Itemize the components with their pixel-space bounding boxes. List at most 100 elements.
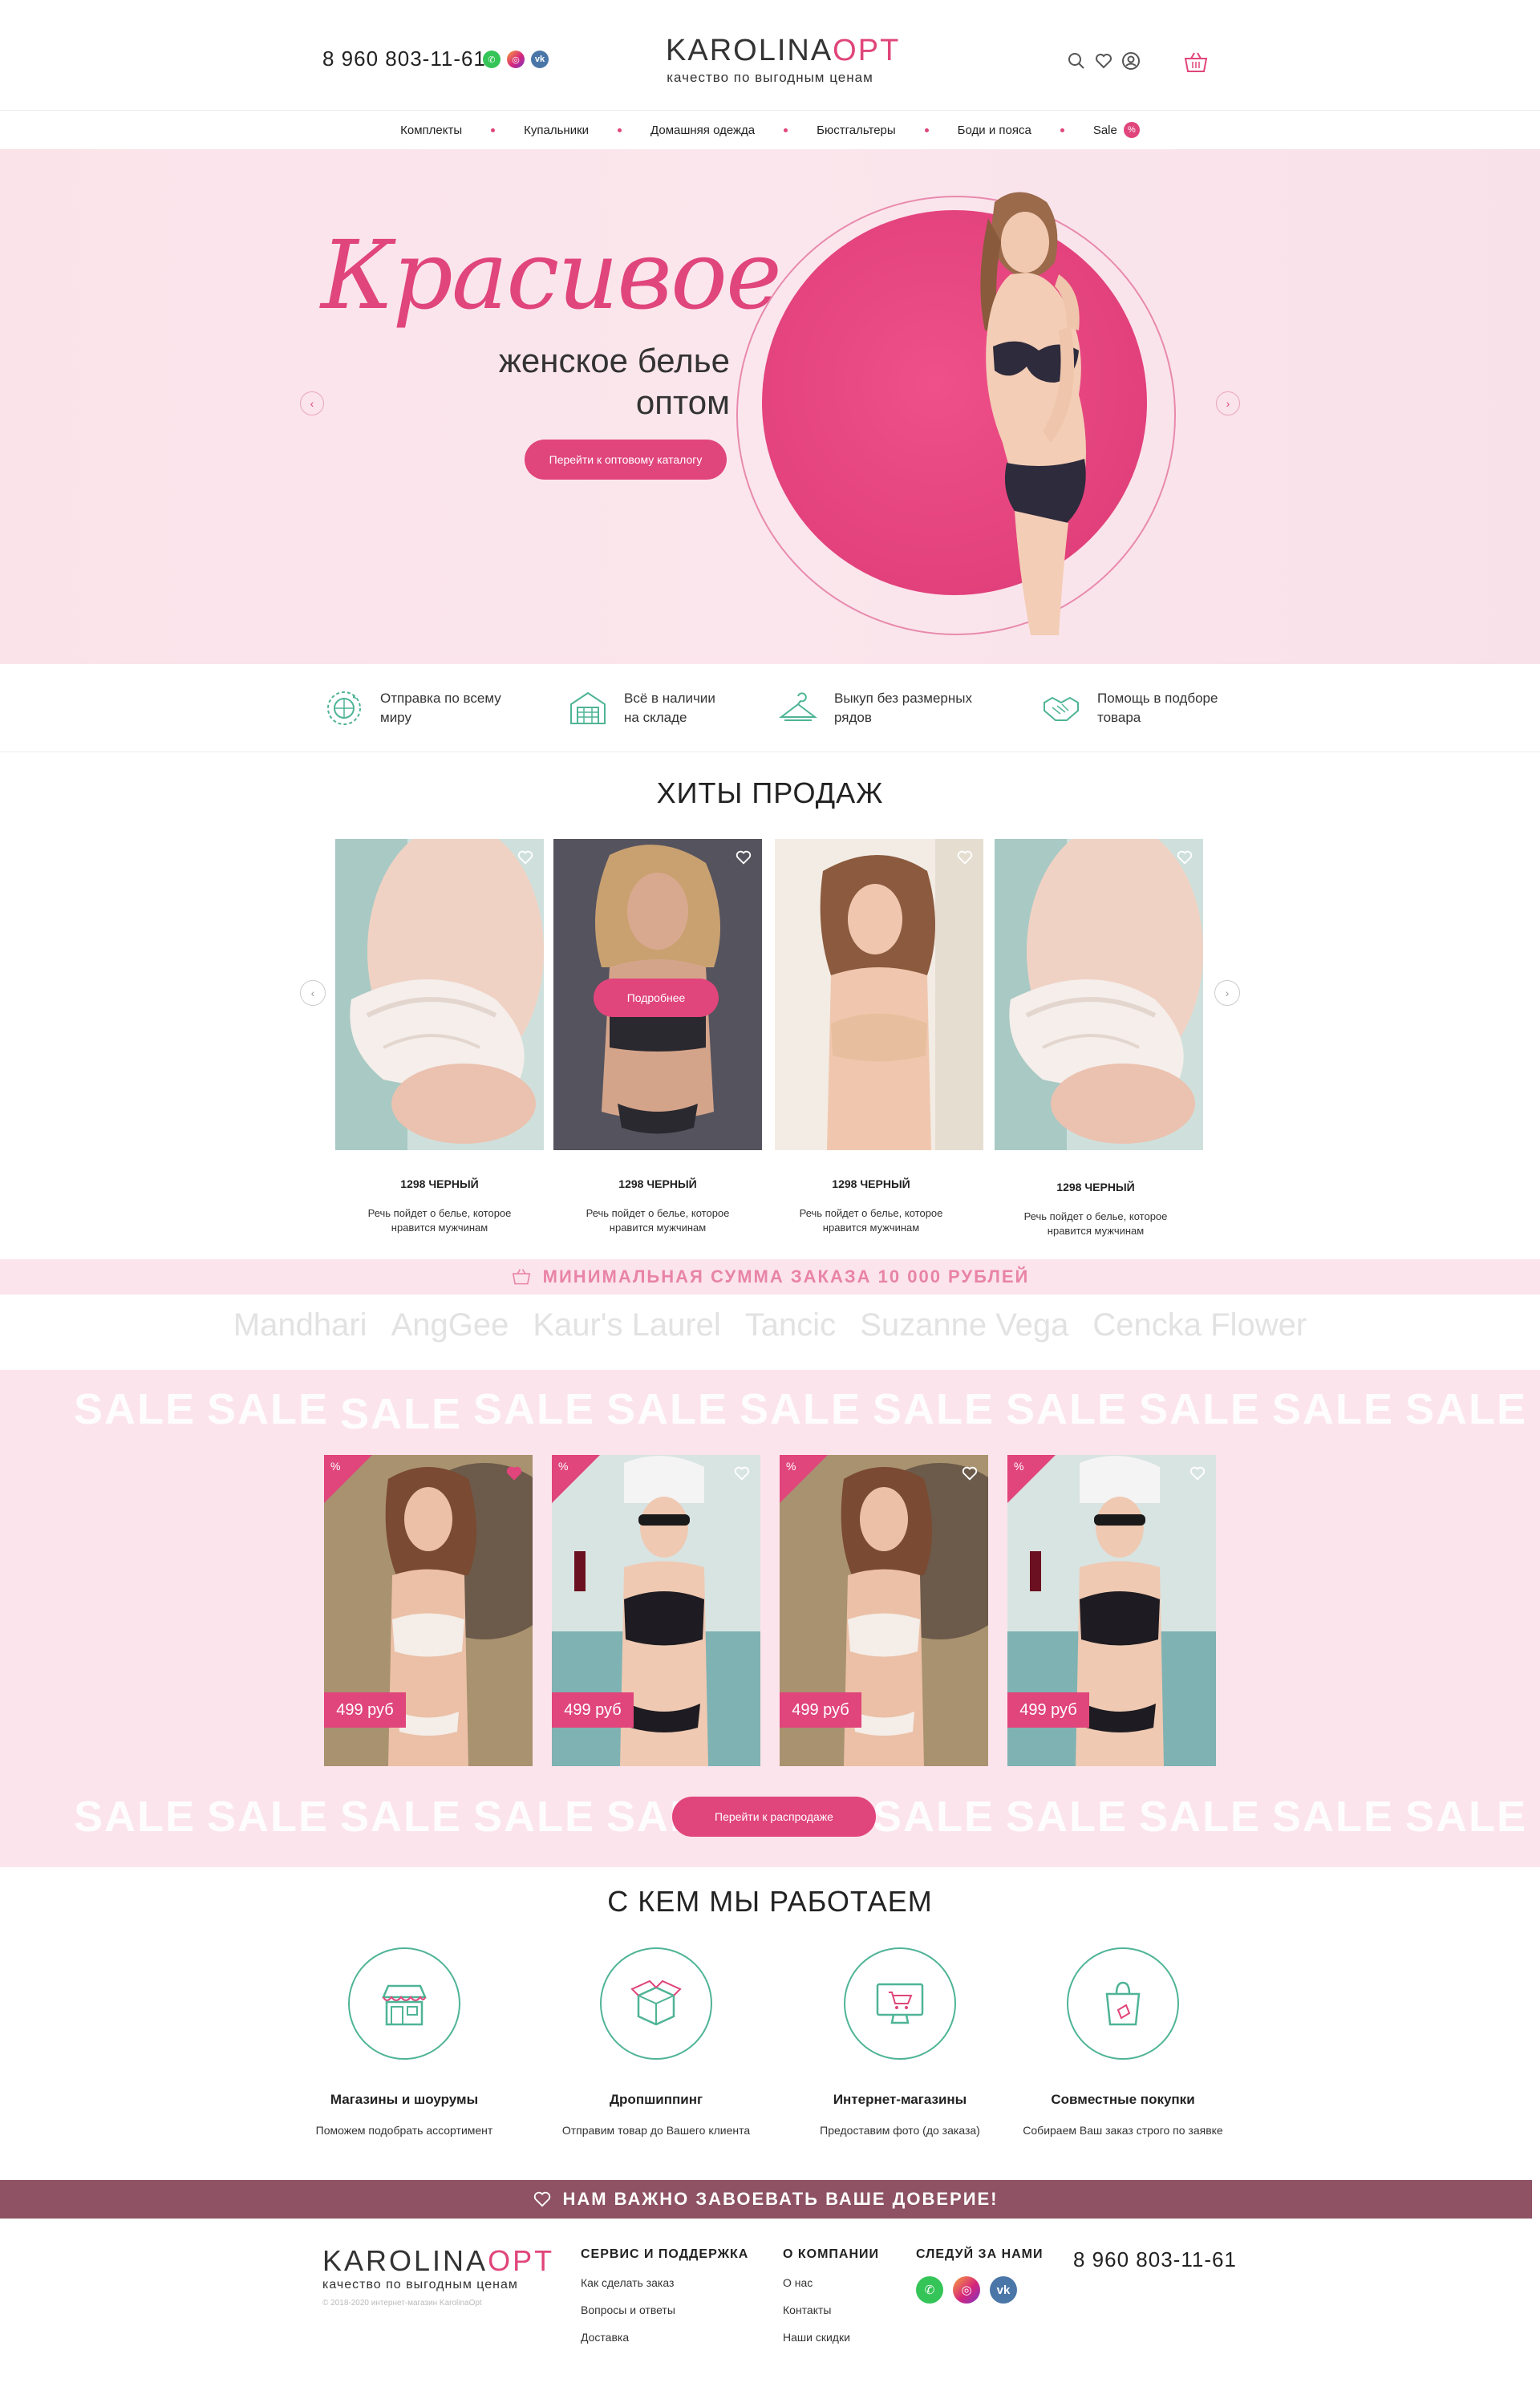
brand-logo[interactable]: Kaur's Laurel	[533, 1307, 720, 1352]
product-desc-line1: Речь пойдет о белье, которое	[1023, 1210, 1168, 1222]
footer-link[interactable]: Контакты	[783, 2304, 879, 2316]
product-card[interactable]	[335, 839, 544, 1150]
product-name[interactable]: 1298 ЧЕРНЫЙ	[991, 1181, 1200, 1193]
product-description: Речь пойдет о белье, которое нравится муж…	[767, 1206, 975, 1235]
work-item: Магазины и шоурумы Поможем подобрать асс…	[284, 1947, 525, 2137]
site-logo[interactable]: KAROLINAOPT качество по выгодным ценам	[666, 34, 898, 86]
feature-line1: Выкуп без размерных	[834, 691, 972, 706]
favorite-icon[interactable]	[1189, 1465, 1206, 1482]
work-item: Совместные покупки Собираем Ваш заказ ст…	[1003, 1947, 1243, 2137]
logo-tagline: качество по выгодным ценам	[667, 70, 873, 85]
favorite-icon[interactable]	[1176, 849, 1194, 866]
product-card[interactable]	[775, 839, 983, 1150]
work-item: Интернет-магазины Предоставим фото (до з…	[780, 1947, 1020, 2137]
feature-line2: товара	[1097, 710, 1141, 725]
footer-follow-title: СЛЕДУЙ ЗА НАМИ	[916, 2247, 1044, 2261]
nav-item-sale[interactable]: Sale%	[1064, 122, 1169, 138]
sale-product-card[interactable]: % 499 руб	[324, 1455, 533, 1766]
brand-logo[interactable]: AngGee	[391, 1307, 509, 1352]
footer-link[interactable]: Вопросы и ответы	[581, 2304, 748, 2316]
product-description: Речь пойдет о белье, которое нравится муж…	[335, 1206, 544, 1235]
sale-watermark: SALE	[340, 1390, 463, 1438]
whatsapp-icon[interactable]: ✆	[916, 2276, 943, 2304]
hits-prev-button[interactable]: ‹	[300, 980, 326, 1006]
basket-icon	[512, 1269, 530, 1285]
nav-item-homewear[interactable]: Домашняя одежда	[622, 124, 784, 137]
product-desc-line2: нравится мужчинам	[822, 1222, 920, 1234]
nav-item-sets[interactable]: Комплекты	[371, 124, 491, 137]
favorite-icon[interactable]	[733, 1465, 751, 1482]
hero-prev-button[interactable]: ‹	[300, 391, 324, 415]
feature-line1: Помощь в подборе	[1097, 691, 1218, 706]
footer-phone[interactable]: 8 960 803-11-61	[1073, 2247, 1237, 2272]
footer-link[interactable]: Доставка	[581, 2331, 748, 2344]
sale-product-card[interactable]: % 499 руб	[780, 1455, 988, 1766]
feature-line2: рядов	[834, 710, 872, 725]
vk-icon[interactable]: vk	[531, 51, 549, 68]
vk-icon[interactable]: vk	[990, 2276, 1017, 2304]
work-circle	[348, 1947, 460, 2060]
favorite-icon[interactable]	[956, 849, 974, 866]
footer-link[interactable]: Как сделать заказ	[581, 2276, 748, 2289]
sale-product-card[interactable]: % 499 руб	[552, 1455, 760, 1766]
sale-watermark: SALE	[873, 1793, 995, 1841]
favorite-icon[interactable]	[517, 849, 534, 866]
brand-logo[interactable]: Cencka Flower	[1092, 1307, 1307, 1352]
sale-watermark: SALE	[473, 1385, 596, 1433]
hero-next-button[interactable]: ›	[1216, 391, 1240, 415]
work-circle	[600, 1947, 712, 2060]
sale-watermark: SALE	[1272, 1385, 1395, 1433]
more-button[interactable]: Подробнее	[594, 979, 719, 1017]
header-phone[interactable]: 8 960 803-11-61	[322, 47, 486, 71]
product-name[interactable]: 1298 ЧЕРНЫЙ	[553, 1177, 762, 1190]
work-item-title: Совместные покупки	[1051, 2092, 1195, 2107]
user-icon[interactable]	[1121, 51, 1141, 71]
hits-next-button[interactable]: ›	[1214, 980, 1240, 1006]
product-desc-line1: Речь пойдет о белье, которое	[586, 1207, 730, 1219]
footer-link[interactable]: О нас	[783, 2276, 879, 2289]
nav-item-swimwear[interactable]: Купальники	[495, 124, 618, 137]
feature-item: Всё в наличии на складе	[566, 687, 715, 730]
product-image	[995, 839, 1203, 1150]
work-item-desc: Предоставим фото (до заказа)	[820, 2124, 980, 2137]
search-icon[interactable]	[1067, 51, 1086, 71]
instagram-icon[interactable]: ◎	[953, 2276, 980, 2304]
cart-icon[interactable]	[1183, 51, 1209, 74]
sale-product-card[interactable]: % 499 руб	[1007, 1455, 1216, 1766]
nav-item-bodysuits[interactable]: Боди и пояса	[929, 124, 1060, 137]
favorite-icon[interactable]	[735, 849, 752, 866]
hero-subtitle-line2: оптом	[635, 383, 730, 421]
footer-follow-column: СЛЕДУЙ ЗА НАМИ ✆ ◎ vk	[916, 2247, 1044, 2304]
feature-line2: миру	[380, 710, 411, 725]
sale-watermark: SALE	[1405, 1385, 1528, 1433]
whatsapp-icon[interactable]: ✆	[483, 51, 500, 68]
product-card[interactable]	[995, 839, 1203, 1150]
sale-watermark: SALE	[207, 1793, 330, 1841]
favorite-icon[interactable]	[961, 1465, 979, 1482]
instagram-icon[interactable]: ◎	[507, 51, 525, 68]
min-order-text: МИНИМАЛЬНАЯ СУММА ЗАКАЗА 10 000 РУБЛЕЙ	[542, 1266, 1030, 1287]
product-name[interactable]: 1298 ЧЕРНЫЙ	[767, 1177, 975, 1190]
brand-logo[interactable]: Tancic	[745, 1307, 836, 1352]
heart-icon[interactable]	[1094, 51, 1113, 71]
product-name[interactable]: 1298 ЧЕРНЫЙ	[335, 1177, 544, 1190]
brand-logo[interactable]: Mandhari	[233, 1307, 367, 1352]
work-item-title: Интернет-магазины	[833, 2092, 967, 2107]
catalog-button[interactable]: Перейти к оптовому каталогу	[525, 440, 727, 480]
feature-item: Помощь в подборе товара	[1040, 687, 1218, 730]
product-card[interactable]: Подробнее	[553, 839, 762, 1150]
warehouse-icon	[570, 691, 606, 724]
footer-link[interactable]: Наши скидки	[783, 2331, 879, 2344]
sale-watermark: SALE	[1405, 1793, 1528, 1841]
footer-company-column: О КОМПАНИИ О нас Контакты Наши скидки	[783, 2247, 879, 2358]
hero-subtitle-line1: женское белье	[498, 342, 730, 379]
nav-item-bras[interactable]: Бюстгальтеры	[788, 124, 925, 137]
percent-icon: %	[558, 1460, 569, 1473]
header-actions	[1067, 51, 1141, 71]
site-header: 8 960 803-11-61 ✆ ◎ vk KAROLINAOPT качес…	[0, 0, 1540, 111]
brand-logo[interactable]: Suzanne Vega	[860, 1307, 1068, 1352]
footer-logo[interactable]: KAROLINAOPT качество по выгодным ценам ©…	[322, 2244, 554, 2308]
price-tag: 499 руб	[780, 1692, 861, 1728]
sale-button[interactable]: Перейти к распродаже	[672, 1797, 876, 1837]
favorite-icon[interactable]	[505, 1465, 523, 1482]
